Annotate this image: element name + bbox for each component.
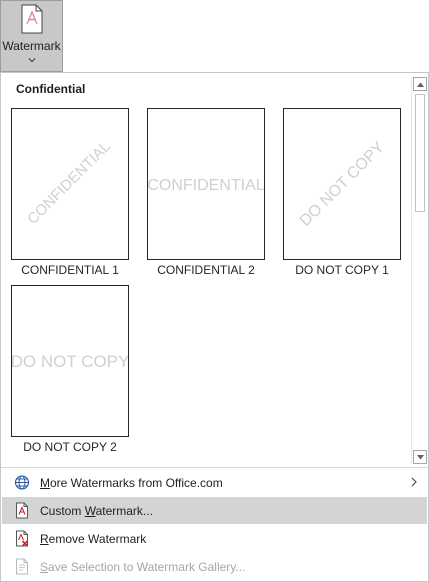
watermark-dropdown-screen: Watermark Confidential CONFIDENTIAL CONF… <box>0 0 429 582</box>
scroll-down-button[interactable] <box>413 450 427 464</box>
scroll-up-button[interactable] <box>413 77 427 91</box>
watermark-gallery: Confidential CONFIDENTIAL CONFIDENTIAL 1… <box>1 73 410 466</box>
watermark-tile-confidential-1[interactable]: CONFIDENTIAL <box>11 108 129 260</box>
watermark-tile-caption: DO NOT COPY 1 <box>295 263 389 277</box>
watermark-tile-do-not-copy-2[interactable]: DO NOT COPY <box>11 285 129 437</box>
menu-item-label: More Watermarks from Office.com <box>40 476 223 490</box>
save-selection-icon <box>16 558 28 575</box>
scroll-track[interactable] <box>415 94 425 447</box>
document-icon <box>16 502 28 519</box>
gallery-section-title: Confidential <box>16 82 86 96</box>
watermark-ribbon-button[interactable]: Watermark <box>0 0 63 72</box>
watermark-preview-text: DO NOT COPY <box>12 352 128 371</box>
globe-icon <box>14 475 30 490</box>
chevron-right-icon <box>411 477 417 487</box>
menu-separator <box>1 467 428 468</box>
gallery-scrollbar[interactable] <box>411 76 427 465</box>
scroll-thumb[interactable] <box>415 94 425 212</box>
custom-watermark-menu-item[interactable]: Custom Watermark... <box>2 497 427 524</box>
watermark-preview-text: CONFIDENTIAL <box>148 177 264 194</box>
watermark-preview: CONFIDENTIAL <box>148 177 264 194</box>
watermark-preview-text: CONFIDENTIAL <box>24 138 114 228</box>
watermark-tile-confidential-2[interactable]: CONFIDENTIAL <box>147 108 265 260</box>
more-watermarks-menu-item[interactable]: More Watermarks from Office.com <box>2 469 427 496</box>
watermark-tile-caption: DO NOT COPY 2 <box>23 440 117 454</box>
watermark-ribbon-label: Watermark <box>2 39 61 53</box>
menu-item-label: Save Selection to Watermark Gallery... <box>40 560 246 574</box>
watermark-document-icon <box>21 4 43 34</box>
watermark-dropdown-panel: Confidential CONFIDENTIAL CONFIDENTIAL 1… <box>0 72 429 582</box>
watermark-tile-caption: CONFIDENTIAL 1 <box>21 263 119 277</box>
menu-item-label: Remove Watermark <box>40 532 147 546</box>
remove-watermark-icon <box>16 530 29 547</box>
chevron-down-icon <box>28 58 36 63</box>
remove-watermark-menu-item[interactable]: Remove Watermark <box>2 525 427 552</box>
watermark-preview-text: DO NOT COPY <box>297 139 388 230</box>
triangle-down-icon <box>417 455 424 460</box>
watermark-tile-do-not-copy-1[interactable]: DO NOT COPY <box>283 108 401 260</box>
watermark-tile-caption: CONFIDENTIAL 2 <box>157 263 255 277</box>
watermark-preview: CONFIDENTIAL <box>24 138 114 228</box>
save-selection-menu-item: Save Selection to Watermark Gallery... <box>2 553 427 580</box>
watermark-preview: DO NOT COPY <box>297 139 388 230</box>
triangle-up-icon <box>417 82 424 87</box>
menu-item-label: Custom Watermark... <box>40 504 153 518</box>
watermark-preview: DO NOT COPY <box>12 352 128 371</box>
